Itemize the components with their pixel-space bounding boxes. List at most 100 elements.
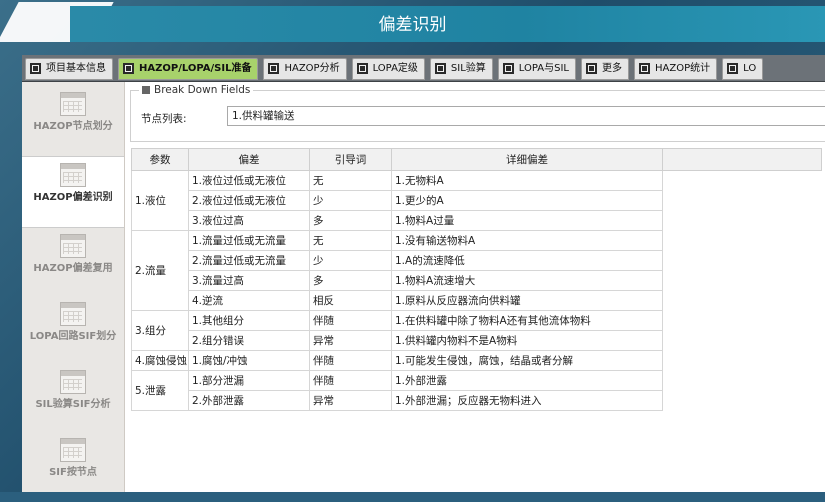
cell-deviation: 2.流量过低或无流量 <box>188 250 310 271</box>
tab-hazop-analysis[interactable]: HAZOP分析 <box>263 58 347 80</box>
tab-icon <box>727 63 739 74</box>
table-row[interactable]: 2.流量 1.流量过低或无流量无 1.没有输送物料A <box>131 230 822 311</box>
deviation-table: 参数 偏差 引导词 详细偏差 1.液位 1.液位过低或无液位无 1.无物料A 2.液… <box>131 148 822 411</box>
tab-label: SIL验算 <box>450 63 486 74</box>
tab-lo[interactable]: LO <box>722 58 764 80</box>
column-header-spacer <box>662 148 822 171</box>
sidebar-item-hazop-deviation-identification[interactable]: HAZOP偏差识别 <box>22 156 124 228</box>
cell-detail: 1.供料罐内物料不是A物料 <box>391 330 663 351</box>
sidebar-item-lopa-loop-sif-division[interactable]: LOPA回路SIF划分 <box>22 296 124 366</box>
cell-parameter: 1.液位 <box>131 170 189 231</box>
tab-label: HAZOP/LOPA/SIL准备 <box>139 63 252 74</box>
tab-bar: 项目基本信息 HAZOP/LOPA/SIL准备 HAZOP分析 LOPA定级 SIL验算… <box>22 55 825 82</box>
cell-deviation: 1.液位过低或无液位 <box>188 170 310 191</box>
cell-guideword: 少 <box>309 250 392 271</box>
cell-detail: 1.可能发生侵蚀，腐蚀，结晶或者分解 <box>391 350 663 371</box>
sidebar-item-sil-sif-analysis[interactable]: SIL验算SIF分析 <box>22 364 124 434</box>
tab-more[interactable]: 更多 <box>580 58 629 80</box>
main-content: Break Down Fields 节点列表: 1.供料罐输送 参数 偏差 引导… <box>126 82 825 492</box>
fieldset-legend[interactable]: Break Down Fields <box>139 84 254 96</box>
cell-guideword: 异常 <box>309 330 392 351</box>
tab-sil-verification[interactable]: SIL验算 <box>429 58 493 80</box>
tab-icon <box>434 63 446 74</box>
sidebar-item-hazop-node-division[interactable]: HAZOP节点划分 <box>22 86 124 156</box>
table-icon <box>60 370 86 394</box>
cell-detail: 1.物料A流速增大 <box>391 270 663 291</box>
cell-detail: 1.原料从反应器流向供料罐 <box>391 290 663 311</box>
cell-deviation: 3.液位过高 <box>188 210 310 231</box>
sidebar-item-label: HAZOP节点划分 <box>33 121 113 132</box>
breakdown-fieldset: Break Down Fields 节点列表: 1.供料罐输送 <box>130 84 825 142</box>
tab-icon <box>638 63 650 74</box>
column-header-parameter[interactable]: 参数 <box>131 148 189 171</box>
table-icon <box>60 302 86 326</box>
collapse-icon[interactable] <box>142 86 150 94</box>
table-icon <box>60 234 86 258</box>
tab-lopa-and-sil[interactable]: LOPA与SIL <box>497 58 576 80</box>
cell-detail: 1.在供料罐中除了物料A还有其他流体物料 <box>391 310 663 331</box>
app-window: 项目基本信息 HAZOP/LOPA/SIL准备 HAZOP分析 LOPA定级 SIL验算… <box>22 55 825 492</box>
table-row[interactable]: 3.组分 1.其他组分 伴随 1.在供料罐中除了物料A还有其他流体物料 <box>131 310 822 351</box>
cell-guideword: 少 <box>309 190 392 211</box>
cell-guideword: 无 <box>309 170 392 191</box>
tab-project-info[interactable]: 项目基本信息 <box>25 58 113 80</box>
cell-deviation: 2.液位过低或无液位 <box>188 190 310 211</box>
cell-detail: 1.物料A过量 <box>391 210 663 231</box>
tab-label: 更多 <box>601 63 622 74</box>
cell-deviation: 1.腐蚀/冲蚀 <box>188 350 310 371</box>
page-title: 偏差识别 <box>378 15 447 35</box>
sidebar-item-label: HAZOP偏差识别 <box>33 192 113 203</box>
tab-label: HAZOP统计 <box>654 63 711 74</box>
cell-parameter: 5.泄露 <box>131 370 189 411</box>
tab-hazop-lopa-sil-prep[interactable]: HAZOP/LOPA/SIL准备 <box>118 58 259 80</box>
cell-detail: 1.外部泄露 <box>391 370 663 391</box>
column-header-guideword[interactable]: 引导词 <box>309 148 392 171</box>
tab-icon <box>30 63 41 74</box>
cell-guideword: 多 <box>309 270 392 291</box>
cell-guideword: 伴随 <box>309 350 392 371</box>
cell-deviation: 2.外部泄露 <box>188 390 310 411</box>
cell-deviation: 1.流量过低或无流量 <box>188 230 310 251</box>
table-row[interactable]: 4.腐蚀侵蚀 1.腐蚀/冲蚀 伴随 1.可能发生侵蚀，腐蚀，结晶或者分解 <box>131 350 822 371</box>
table-row[interactable]: 3.流量过高多 1.物料A流速增大 <box>132 270 822 291</box>
sidebar-item-label: SIL验算SIF分析 <box>35 399 111 410</box>
cell-deviation: 2.组分错误 <box>188 330 310 351</box>
cell-detail: 1.A的流速降低 <box>391 250 663 271</box>
tab-hazop-statistics[interactable]: HAZOP统计 <box>633 58 718 80</box>
table-row[interactable]: 2.组分错误 异常 1.供料罐内物料不是A物料 <box>132 330 822 351</box>
sidebar-item-label: HAZOP偏差复用 <box>33 263 113 274</box>
title-bar: 偏差识别 <box>0 0 825 46</box>
table-icon <box>60 438 86 462</box>
cell-guideword: 伴随 <box>309 310 392 331</box>
tab-label: 项目基本信息 <box>46 63 106 74</box>
cell-guideword: 相反 <box>309 290 392 311</box>
tab-label: LOPA与SIL <box>518 63 569 74</box>
sidebar-item-hazop-deviation-reuse[interactable]: HAZOP偏差复用 <box>22 228 124 298</box>
table-icon <box>60 92 86 116</box>
table-row[interactable]: 2.液位过低或无液位少 1.更少的A <box>132 190 822 211</box>
table-row[interactable]: 5.泄露 1.部分泄漏 伴随 1.外部泄露 <box>131 370 822 411</box>
tab-label: LO <box>743 63 757 74</box>
cell-detail: 1.没有输送物料A <box>391 230 663 251</box>
table-row[interactable]: 2.外部泄露 异常 1.外部泄漏；反应器无物料进入 <box>132 390 822 411</box>
cell-guideword: 多 <box>309 210 392 231</box>
node-list-label: 节点列表: <box>141 113 187 125</box>
tab-icon <box>585 63 597 74</box>
tab-label: LOPA定级 <box>372 63 418 74</box>
watermark: 歌略软件 <box>680 442 820 472</box>
cell-guideword: 无 <box>309 230 392 251</box>
table-row[interactable]: 3.液位过高多 1.物料A过量 <box>132 210 822 231</box>
cell-guideword: 伴随 <box>309 370 392 391</box>
table-row[interactable]: 2.流量过低或无流量少 1.A的流速降低 <box>132 250 822 271</box>
cell-deviation: 3.流量过高 <box>188 270 310 291</box>
table-row[interactable]: 1.液位 1.液位过低或无液位无 1.无物料A <box>131 170 822 231</box>
column-header-detail[interactable]: 详细偏差 <box>391 148 663 171</box>
watermark-text: 歌略软件 <box>720 449 781 467</box>
column-header-deviation[interactable]: 偏差 <box>188 148 310 171</box>
wechat-icon <box>681 447 707 465</box>
cell-detail: 1.更少的A <box>391 190 663 211</box>
node-list-select[interactable]: 1.供料罐输送 <box>227 106 825 126</box>
sidebar-item-label: SIF按节点 <box>49 467 97 478</box>
table-row[interactable]: 4.逆流 相反 1.原料从反应器流向供料罐 <box>132 290 822 311</box>
tab-lopa-rating[interactable]: LOPA定级 <box>351 58 425 80</box>
